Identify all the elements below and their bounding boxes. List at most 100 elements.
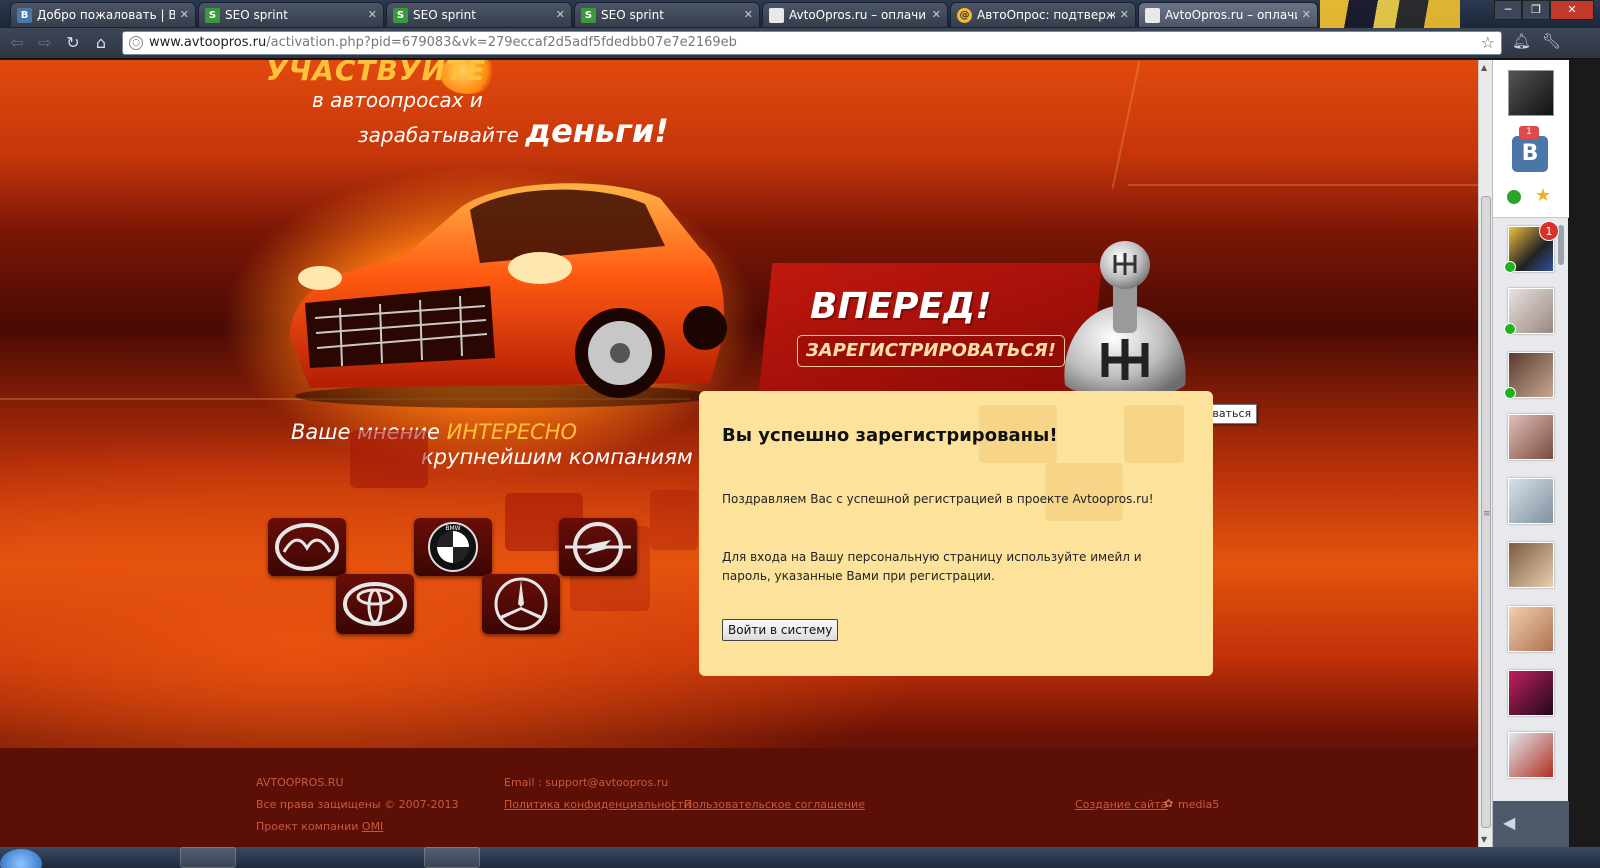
browser-tab-avtoopros-active[interactable]: AvtoOpros.ru – оплачивае ✕ — [1138, 2, 1318, 28]
favorites-star-icon[interactable]: ★ — [1535, 185, 1551, 206]
toyota-icon — [343, 582, 407, 626]
close-tab-icon[interactable]: ✕ — [1120, 3, 1129, 27]
online-indicator — [1504, 387, 1516, 399]
slogan-line1: Ваше мнение ИНТЕРЕСНО — [291, 420, 578, 444]
register-banner — [757, 263, 1103, 403]
window-controls: ─ ❐ ✕ — [1494, 0, 1594, 20]
decor-tile — [350, 430, 428, 488]
grip-icon: ≡ — [1483, 509, 1491, 519]
friend-avatar[interactable] — [1504, 352, 1554, 399]
close-tab-icon[interactable]: ✕ — [744, 3, 753, 27]
bmw-icon: BMW — [428, 522, 478, 572]
slogan-highlight: ИНТЕРЕСНО — [446, 420, 578, 444]
page-viewport: УЧАСТВУЙТЕ в автоопросах и зарабатывайте… — [0, 60, 1478, 847]
online-indicator — [1504, 323, 1516, 335]
close-tab-icon[interactable]: ✕ — [556, 3, 565, 27]
sidebar-header: В 1 ★ — [1493, 60, 1569, 218]
vk-logo-icon[interactable]: В — [1512, 136, 1548, 172]
login-button[interactable]: Войти в систему — [722, 619, 839, 641]
browser-tab-mail[interactable]: @ АвтоОпрос: подтвержден ✕ — [950, 2, 1136, 28]
tab-title: SEO sprint — [601, 8, 664, 22]
close-window-icon[interactable]: ✕ — [1550, 0, 1594, 20]
decor-line — [1111, 61, 1141, 189]
friend-avatar[interactable] — [1508, 606, 1554, 652]
user-agreement-link[interactable]: Пользовательское соглашение — [684, 798, 865, 811]
browser-tab-seosprint[interactable]: S SEO sprint ✕ — [386, 2, 572, 28]
tab-title: АвтоОпрос: подтвержден — [977, 8, 1115, 22]
start-button-icon[interactable] — [0, 849, 42, 868]
gear-shifter-image[interactable] — [1055, 235, 1195, 405]
taskbar-item[interactable] — [424, 847, 480, 868]
close-tab-icon[interactable]: ✕ — [1302, 3, 1311, 27]
footer-email[interactable]: Email : support@avtoopros.ru — [504, 776, 668, 789]
success-panel: Вы успешно зарегистрированы! Поздравляем… — [699, 391, 1213, 676]
taskbar-item[interactable] — [180, 847, 236, 868]
home-icon[interactable]: ⌂ — [90, 32, 112, 54]
close-tab-icon[interactable]: ✕ — [932, 3, 941, 27]
cta-title: ВПЕРЕД! — [810, 286, 992, 327]
os-taskbar — [0, 847, 1600, 868]
friend-avatar[interactable] — [1508, 414, 1554, 460]
mazda-icon — [275, 523, 339, 571]
notification-bell-icon[interactable]: 🔔︎ — [1512, 32, 1531, 50]
scroll-down-icon[interactable]: ▼ — [1481, 835, 1487, 844]
bookmark-star-icon[interactable]: ☆ — [1481, 33, 1495, 52]
wrench-icon[interactable]: 🔧︎ — [1542, 32, 1561, 50]
document-icon — [769, 8, 784, 23]
browser-tab-avtoopros[interactable]: AvtoOpros.ru – оплачивае ✕ — [762, 2, 948, 28]
brand-logo-bmw: BMW — [414, 518, 492, 576]
browser-tab-seosprint[interactable]: S SEO sprint ✕ — [574, 2, 760, 28]
browser-tab-vk[interactable]: B Добро пожаловать | ВКон ✕ — [10, 2, 196, 28]
tab-title: SEO sprint — [225, 8, 288, 22]
page-scrollbar[interactable]: ▲ ≡ ▼ — [1478, 60, 1492, 847]
close-tab-icon[interactable]: ✕ — [180, 3, 189, 27]
register-button[interactable]: ЗАРЕГИСТРИРОВАТЬСЯ! — [797, 335, 1065, 367]
friend-avatar[interactable] — [1508, 670, 1554, 716]
vk-icon: B — [17, 8, 32, 23]
privacy-policy-link[interactable]: Политика конфиденциальности — [504, 798, 691, 811]
tab-title: SEO sprint — [413, 8, 476, 22]
tab-title: AvtoOpros.ru – оплачивае — [789, 8, 927, 22]
decor-tile — [1124, 405, 1184, 463]
my-avatar[interactable] — [1508, 70, 1554, 116]
friend-avatar[interactable] — [1508, 478, 1554, 524]
opel-icon — [565, 522, 631, 572]
seosprint-icon: S — [205, 8, 220, 23]
social-sidebar: В 1 ★ 1 ◀ — [1492, 60, 1569, 847]
success-instructions: Для входа на Вашу персональную страницу … — [722, 550, 1142, 583]
svg-text:BMW: BMW — [445, 525, 460, 532]
online-status-icon[interactable] — [1507, 190, 1521, 204]
promo-money: деньги! — [525, 112, 669, 150]
sidebar-footer: ◀ — [1493, 801, 1569, 847]
url-text[interactable]: www.avtoopros.ru/activation.php?pid=6790… — [149, 35, 737, 50]
reload-icon[interactable]: ↻ — [62, 32, 84, 54]
restore-icon[interactable]: ❐ — [1522, 0, 1550, 20]
scroll-up-icon[interactable]: ▲ — [1481, 63, 1487, 72]
omi-link[interactable]: OMI — [362, 820, 383, 833]
document-icon — [1145, 8, 1160, 23]
scroll-thumb[interactable]: ≡ — [1481, 196, 1491, 828]
friend-avatar[interactable]: 1 — [1504, 221, 1559, 273]
close-tab-icon[interactable]: ✕ — [368, 3, 377, 27]
forward-icon[interactable]: ⇨ — [34, 32, 56, 54]
friend-avatar[interactable] — [1508, 542, 1554, 588]
tab-title: Добро пожаловать | ВКон — [37, 8, 175, 22]
friend-avatar[interactable] — [1508, 732, 1554, 778]
tab-title: AvtoOpros.ru – оплачивае — [1165, 8, 1297, 22]
success-title: Вы успешно зарегистрированы! — [722, 425, 1058, 446]
site-creation-link[interactable]: Создание сайта — [1075, 798, 1167, 811]
back-icon[interactable]: ⇦ — [6, 32, 28, 54]
brand-logo-opel — [559, 518, 637, 576]
footer-site-name: AVTOOPROS.RU — [256, 776, 344, 789]
address-bar[interactable]: ○ www.avtoopros.ru/activation.php?pid=67… — [122, 31, 1502, 55]
mail-icon: @ — [957, 8, 972, 23]
decor-line — [1128, 184, 1478, 186]
media5-logo-text[interactable]: media5 — [1178, 798, 1219, 811]
browser-toolbar: ⇦ ⇨ ↻ ⌂ ○ www.avtoopros.ru/activation.ph… — [0, 28, 1600, 59]
minimize-icon[interactable]: ─ — [1494, 0, 1522, 20]
footer-copyright: Все права защищены © 2007-2013 — [256, 798, 459, 811]
browser-tab-seosprint[interactable]: S SEO sprint ✕ — [198, 2, 384, 28]
collapse-arrow-icon[interactable]: ◀ — [1503, 813, 1515, 832]
promo-line: зарабатывайте деньги! — [358, 112, 669, 150]
friend-avatar[interactable] — [1504, 288, 1554, 335]
